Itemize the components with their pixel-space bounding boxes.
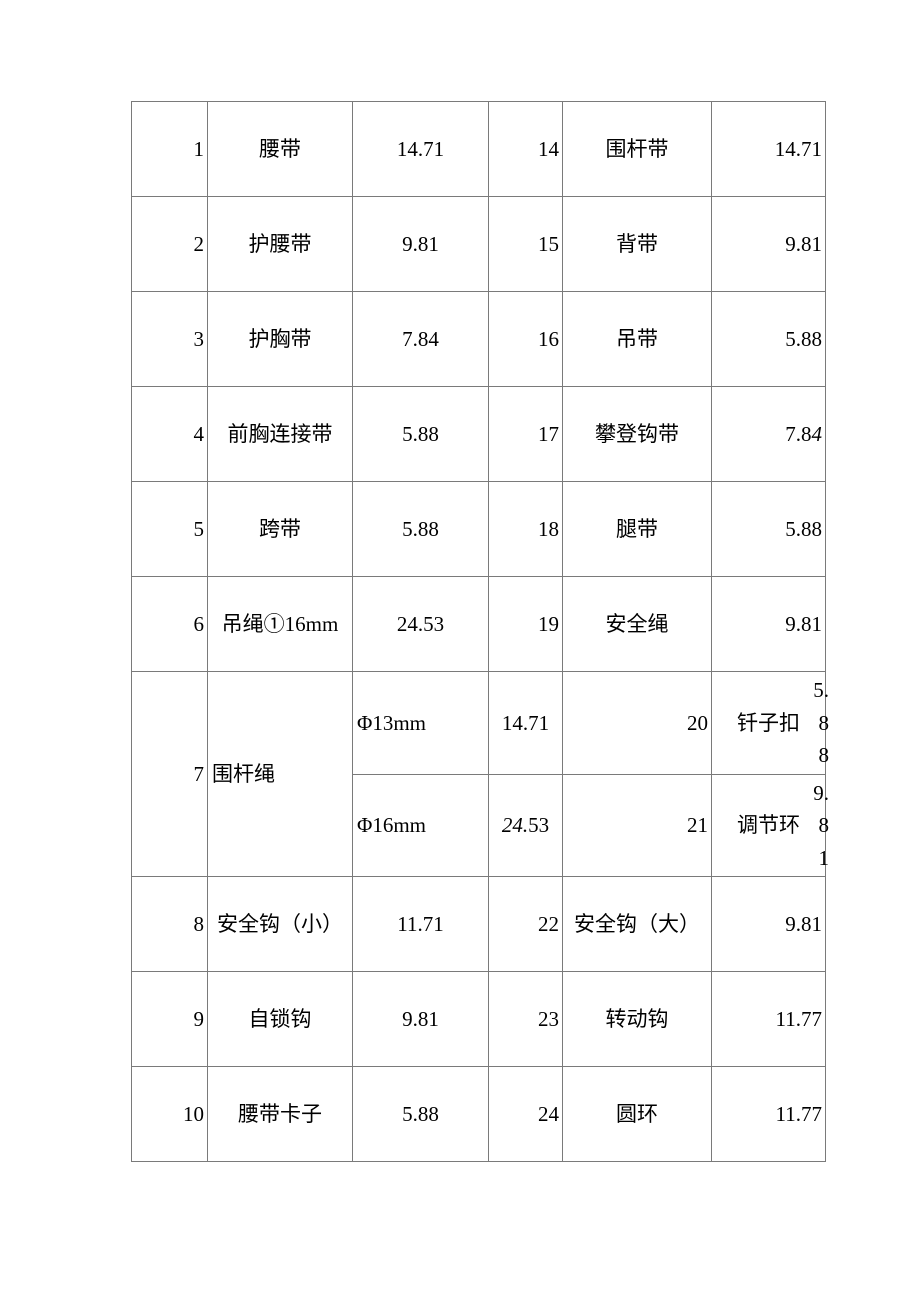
row-number-cell: 3 [131,291,208,387]
item-name-cell: 跨带 [207,481,353,577]
item-name-cell-2: 调节环 [711,773,826,878]
row-number-cell-2: 16 [488,291,563,387]
item-value-cell: 24.53 [352,576,489,672]
row-number-cell: 10 [131,1066,208,1163]
value-main: 7.8 [785,421,812,446]
item-name-cell-2: 攀登钩带 [562,386,712,482]
document-page: 1 腰带 14.71 14 围杆带 14.71 2 护腰带 9.81 15 背带… [0,0,920,1301]
spec-label-cell: Φ13mm [352,671,489,775]
item-name-cell-2: 安全钩（大） [562,876,712,973]
item-name-cell: 安全钩（小） [207,876,353,973]
table-row: 5 跨带 5.88 18 腿带 5.88 [131,481,826,577]
item-value-cell: 14.71 [488,671,563,775]
table-row: 4 前胸连接带 5.88 17 攀登钩带 7.8 4 [131,386,826,482]
row-number-cell: 5 [131,481,208,577]
item-name-cell: 护胸带 [207,291,353,387]
item-value-cell: 24.53 [488,773,563,878]
item-value-cell-2: 9.81 [711,196,826,292]
item-value-cell-2: 7.8 4 [711,386,826,482]
table-row: 1 腰带 14.71 14 围杆带 14.71 [131,101,826,197]
item-value-cell-2: 14.71 [711,101,826,197]
item-value-cell: 5.88 [352,1066,489,1163]
item-value-cell: 7.84 [352,291,489,387]
item-value-cell-2: 5.88 [711,481,826,577]
row-number-cell-2: 19 [488,576,563,672]
row-number-cell: 6 [131,576,208,672]
item-value-cell-2: 11.77 [711,971,826,1068]
row-number-cell-2: 24 [488,1066,563,1163]
item-value-cell-2: 11.77 [711,1066,826,1163]
item-name-cell: 护腰带 [207,196,353,292]
row-number-cell-2: 15 [488,196,563,292]
row-number-cell-2: 18 [488,481,563,577]
item-name-cell-2: 腿带 [562,481,712,577]
item-value-cell: 14.71 [352,101,489,197]
row-number-cell-2: 23 [488,971,563,1068]
item-name-cell-2: 转动钩 [562,971,712,1068]
row-number-cell: 2 [131,196,208,292]
row-number-cell-2: 14 [488,101,563,197]
row-number-cell-2: 20 [562,671,712,775]
table-row: 8 安全钩（小） 11.71 22 安全钩（大） 9.81 [131,876,826,973]
row-number-cell: 9 [131,971,208,1068]
row-number-cell: 1 [131,101,208,197]
row-number-cell: 8 [131,876,208,973]
item-value-cell: 9.81 [352,196,489,292]
item-name-cell-2: 圆环 [562,1066,712,1163]
item-name-cell-2: 安全绳 [562,576,712,672]
item-name-cell: 腰带卡子 [207,1066,353,1163]
item-name-cell-2: 背带 [562,196,712,292]
table-row: 10 腰带卡子 5.88 24 圆环 11.77 [131,1066,826,1163]
item-value-cell: 11.71 [352,876,489,973]
row-number-cell: 7 [131,670,208,878]
item-name-cell-2: 围杆带 [562,101,712,197]
item-name-cell: 前胸连接带 [207,386,353,482]
item-value-cell: 5.88 [352,481,489,577]
item-value-cell: 9.81 [352,971,489,1068]
item-value-cell-2: 5.88 [711,291,826,387]
spec-table-wrapper: 1 腰带 14.71 14 围杆带 14.71 2 护腰带 9.81 15 背带… [131,101,829,1163]
item-name-cell: 吊绳①16mm [207,576,353,672]
item-name-cell-2: 吊带 [562,291,712,387]
group-label-cell: 围杆绳 [207,670,353,878]
row-number-cell-2: 17 [488,386,563,482]
table-row: 9 自锁钩 9.81 23 转动钩 11.77 [131,971,826,1068]
spec-label-cell: Φ16mm [352,773,489,878]
item-name-cell: 自锁钩 [207,971,353,1068]
table-row-split-first: 7 围杆绳 Φ13mm 14.71 20 钎子扣 5.88 [131,670,829,878]
item-name-cell: 腰带 [207,101,353,197]
item-name-cell-2: 钎子扣 [711,671,826,775]
item-value-cell-2: 9.81 [711,576,826,672]
item-value-cell: 5.88 [352,386,489,482]
table-row: 2 护腰带 9.81 15 背带 9.81 [131,196,826,292]
table-row: 3 护胸带 7.84 16 吊带 5.88 [131,291,826,387]
item-value-cell-2: 9.81 [711,876,826,973]
row-number-cell-2: 22 [488,876,563,973]
value-italic-part: 24. [501,813,529,838]
equipment-spec-table: 1 腰带 14.71 14 围杆带 14.71 2 护腰带 9.81 15 背带… [131,101,829,1163]
value-rest-part: 53 [528,813,550,838]
row-number-cell-2: 21 [562,773,712,878]
row-number-cell: 4 [131,386,208,482]
value-italic-digit: 4 [811,421,823,446]
table-row: 6 吊绳①16mm 24.53 19 安全绳 9.81 [131,576,826,672]
